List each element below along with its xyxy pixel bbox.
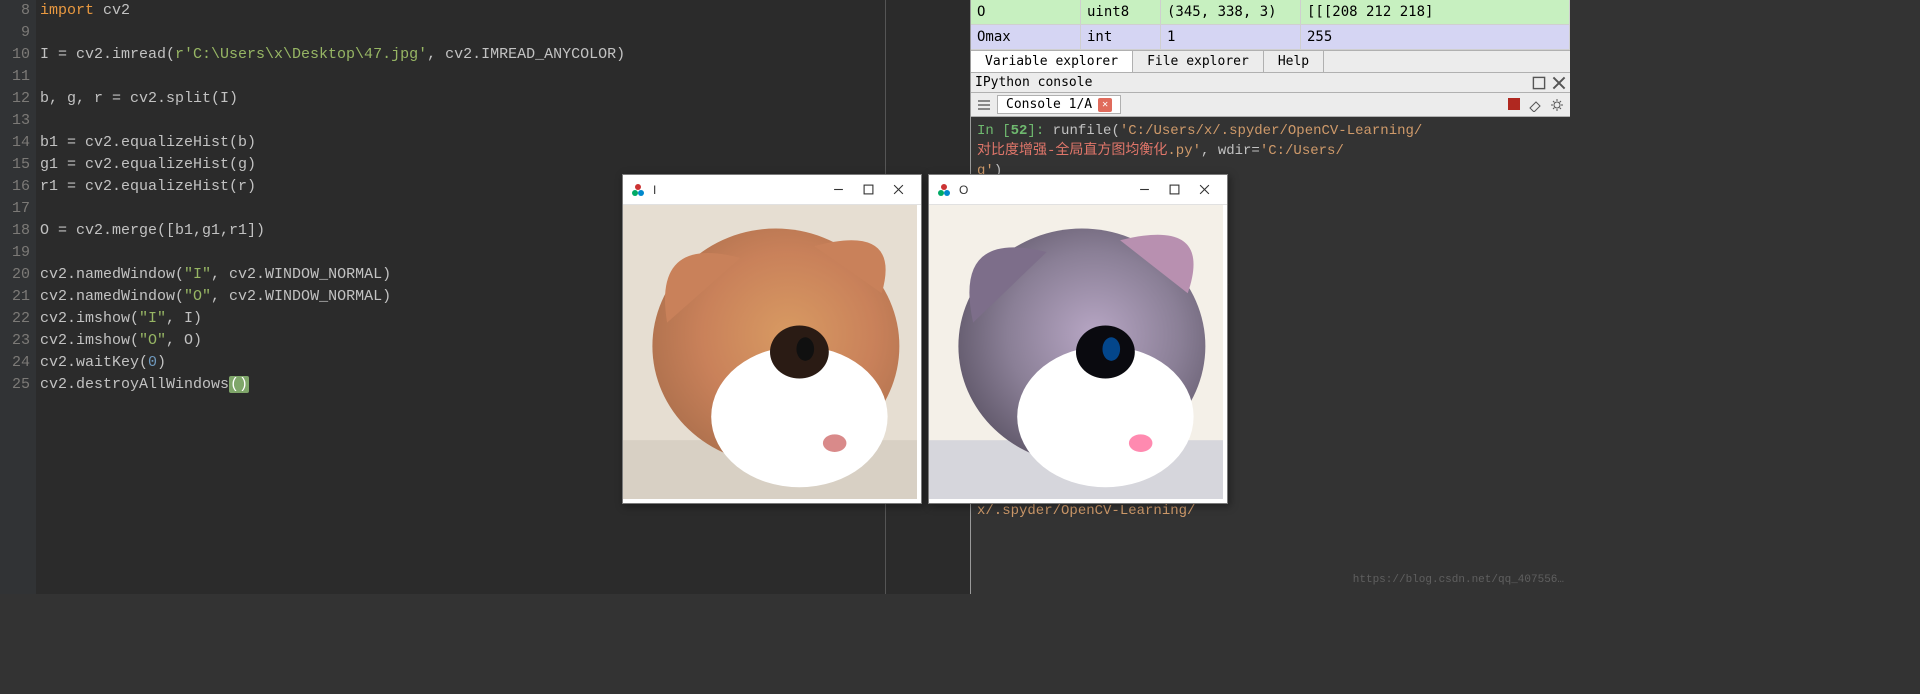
variable-row[interactable]: Omaxint1255 — [971, 25, 1570, 50]
cv-window-I[interactable]: I — [622, 174, 922, 504]
variable-row[interactable]: Ouint8(345, 338, 3)[[[208 212 218] — [971, 0, 1570, 25]
variable-cell: (345, 338, 3) — [1161, 0, 1301, 24]
console-tab-bar: Console 1/A ✕ — [971, 93, 1570, 117]
console-tab-close-icon[interactable]: ✕ — [1098, 98, 1112, 112]
variable-explorer-table[interactable]: Ouint8(345, 338, 3)[[[208 212 218]Omaxin… — [971, 0, 1570, 50]
code-line[interactable] — [40, 110, 970, 132]
code-line[interactable]: import cv2 — [40, 0, 970, 22]
cv-window-O[interactable]: O — [928, 174, 1228, 504]
code-line[interactable] — [40, 22, 970, 44]
cv-window-I-titlebar[interactable]: I — [623, 175, 921, 205]
panel-tabs: Variable explorerFile explorerHelp — [971, 50, 1570, 73]
cv-window-O-title: O — [959, 183, 968, 197]
console-line: In [52]: runfile('C:/Users/x/.spyder/Ope… — [977, 121, 1564, 141]
ipython-pane-title: IPython console — [975, 75, 1092, 90]
opencv-app-icon — [631, 183, 645, 197]
close-button[interactable] — [883, 179, 913, 201]
cv-window-I-title: I — [653, 183, 656, 197]
watermark-text: https://blog.csdn.net/qq_407556… — [1353, 570, 1564, 590]
variable-cell: uint8 — [1081, 0, 1161, 24]
stop-kernel-icon[interactable] — [1508, 98, 1520, 110]
ipython-pane-title-bar: IPython console — [971, 73, 1570, 93]
console-tab-label: Console 1/A — [1006, 97, 1092, 112]
console-tab[interactable]: Console 1/A ✕ — [997, 95, 1121, 114]
cv-window-O-image — [929, 205, 1223, 499]
panel-tab[interactable]: Help — [1264, 51, 1324, 72]
code-line[interactable]: b1 = cv2.equalizeHist(b) — [40, 132, 970, 154]
code-line[interactable]: b, g, r = cv2.split(I) — [40, 88, 970, 110]
clear-console-icon[interactable] — [1528, 98, 1542, 112]
console-line: 对比度增强-全局直方图均衡化.py', wdir='C:/Users/ — [977, 141, 1564, 161]
variable-cell: 1 — [1161, 25, 1301, 49]
maximize-button[interactable] — [853, 179, 883, 201]
variable-cell: int — [1081, 25, 1161, 49]
console-line: x/.spyder/OpenCV-Learning/ — [977, 501, 1564, 521]
variable-cell: [[[208 212 218] — [1301, 0, 1570, 24]
variable-cell: O — [971, 0, 1081, 24]
variable-cell: Omax — [971, 25, 1081, 49]
minimize-button[interactable] — [823, 179, 853, 201]
cv-window-O-titlebar[interactable]: O — [929, 175, 1227, 205]
minimize-button[interactable] — [1129, 179, 1159, 201]
console-list-icon[interactable] — [977, 98, 991, 112]
undock-icon[interactable] — [1532, 76, 1546, 90]
cv-window-I-image — [623, 205, 917, 499]
panel-tab[interactable]: File explorer — [1133, 51, 1264, 72]
opencv-app-icon — [937, 183, 951, 197]
line-number-gutter: 8910111213141516171819202122232425 — [0, 0, 36, 594]
panel-tab[interactable]: Variable explorer — [971, 51, 1133, 72]
variable-cell: 255 — [1301, 25, 1570, 49]
code-line[interactable]: g1 = cv2.equalizeHist(g) — [40, 154, 970, 176]
code-line[interactable]: I = cv2.imread(r'C:\Users\x\Desktop\47.j… — [40, 44, 970, 66]
code-line[interactable] — [40, 66, 970, 88]
close-button[interactable] — [1189, 179, 1219, 201]
close-pane-icon[interactable] — [1552, 76, 1566, 90]
maximize-button[interactable] — [1159, 179, 1189, 201]
console-options-icon[interactable] — [1550, 98, 1564, 112]
